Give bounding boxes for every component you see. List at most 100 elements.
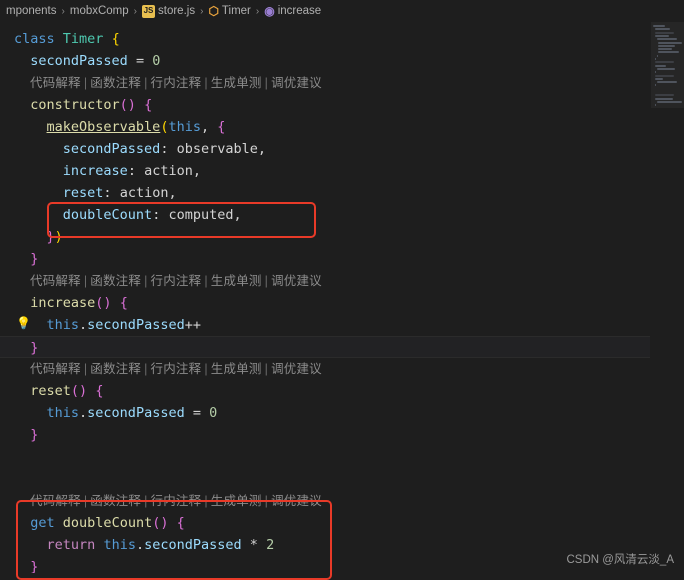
code-line-text: } — [30, 251, 39, 267]
hint-action-4[interactable]: 调优建议 — [271, 494, 322, 508]
hint-action-0[interactable]: 代码解释 — [30, 274, 81, 288]
code-line[interactable]: }) — [0, 226, 651, 248]
code-line-text: }) — [46, 229, 63, 245]
code-line[interactable]: class Timer { — [0, 28, 651, 50]
minimap-line — [656, 81, 677, 84]
minimap-line — [658, 44, 675, 47]
hint-action-0[interactable]: 代码解释 — [30, 76, 81, 90]
code-line-text: } — [30, 427, 39, 443]
hint-separator: | — [83, 76, 88, 90]
code-line[interactable]: this.secondPassed = 0 — [0, 402, 651, 424]
code-line[interactable]: 💡 this.secondPassed++ — [0, 314, 651, 336]
hint-action-3[interactable]: 生成单测 — [211, 76, 262, 90]
minimap-line — [654, 74, 674, 77]
watermark: CSDN @风清云淡_A — [566, 554, 674, 566]
code-line-text: makeObservable(this, { — [46, 119, 226, 135]
code-line[interactable]: reset: action, — [0, 182, 651, 204]
breadcrumb-item-0[interactable]: mponents — [6, 5, 57, 17]
hint-action-2[interactable]: 行内注释 — [151, 274, 202, 288]
hint-action-3[interactable]: 生成单测 — [211, 274, 262, 288]
breadcrumb-item-4[interactable]: ◉ increase — [264, 5, 321, 18]
breadcrumb-separator-2: › — [200, 5, 204, 17]
minimap-line — [656, 67, 675, 70]
hint-action-3[interactable]: 生成单测 — [211, 494, 262, 508]
code-hint-bar[interactable]: 代码解释 | 函数注释 | 行内注释 | 生成单测 | 调优建议 — [0, 490, 651, 512]
code-content[interactable]: class Timer { secondPassed = 0 代码解释 | 函数注释 |… — [0, 22, 651, 573]
hint-action-1[interactable]: 函数注释 — [90, 494, 141, 508]
code-line[interactable]: reset() { — [0, 380, 651, 402]
code-line-text: reset: action, — [62, 185, 177, 201]
breadcrumb-separator-1: › — [133, 5, 138, 17]
code-line[interactable]: } — [0, 336, 651, 358]
code-line[interactable]: return this.secondPassed * 2 — [0, 534, 651, 556]
code-line-text: increase: action, — [62, 163, 202, 179]
minimap-line — [654, 94, 674, 97]
code-line-text: get doubleCount() { — [30, 515, 185, 531]
code-line[interactable] — [0, 446, 651, 468]
minimap-line — [654, 31, 674, 34]
hint-action-4[interactable]: 调优建议 — [271, 362, 322, 376]
hint-separator: | — [83, 274, 88, 288]
code-line[interactable]: increase() { — [0, 292, 651, 314]
lightbulb-icon[interactable]: 💡 — [16, 317, 31, 329]
breadcrumb-separator-3: › — [255, 5, 260, 17]
hint-separator: | — [264, 494, 269, 508]
hint-action-3[interactable]: 生成单测 — [211, 362, 262, 376]
code-line-text: increase() { — [30, 295, 128, 311]
code-line-text: secondPassed = 0 — [30, 53, 161, 69]
minimap[interactable] — [651, 22, 684, 573]
code-line[interactable]: constructor() { — [0, 94, 651, 116]
code-line-text: constructor() { — [30, 97, 153, 113]
code-line[interactable]: secondPassed = 0 — [0, 50, 651, 72]
hint-separator: | — [144, 362, 148, 376]
hint-action-1[interactable]: 函数注释 — [90, 362, 141, 376]
breadcrumb-item-3[interactable]: ⬡ Timer — [208, 5, 250, 18]
breadcrumb-label-3: Timer — [221, 5, 251, 17]
hint-separator: | — [204, 76, 208, 90]
code-line[interactable]: } — [0, 556, 651, 573]
hint-action-0[interactable]: 代码解释 — [30, 362, 81, 376]
code-hint-bar[interactable]: 代码解释 | 函数注释 | 行内注释 | 生成单测 | 调优建议 — [0, 358, 651, 380]
code-line[interactable]: doubleCount: computed, — [0, 204, 651, 226]
code-line[interactable]: makeObservable(this, { — [0, 116, 651, 138]
hint-separator: | — [204, 274, 208, 288]
hint-separator: | — [264, 274, 269, 288]
minimap-line — [653, 25, 666, 27]
code-hint-bar[interactable]: 代码解释 | 函数注释 | 行内注释 | 生成单测 | 调优建议 — [0, 72, 651, 94]
code-line[interactable]: } — [0, 248, 651, 270]
code-hint-bar[interactable]: 代码解释 | 函数注释 | 行内注释 | 生成单测 | 调优建议 — [0, 270, 651, 292]
code-line-text: } — [30, 340, 39, 356]
hint-action-0[interactable]: 代码解释 — [30, 494, 81, 508]
hint-action-2[interactable]: 行内注释 — [151, 362, 202, 376]
code-line[interactable]: } — [0, 424, 651, 446]
editor-area[interactable]: class Timer { secondPassed = 0 代码解释 | 函数注释 |… — [0, 22, 684, 580]
minimap-line — [656, 100, 682, 103]
hint-action-4[interactable]: 调优建议 — [271, 76, 322, 90]
minimap-line — [654, 61, 674, 64]
breadcrumb-separator-0: › — [61, 5, 65, 17]
js-file-icon: JS — [142, 4, 156, 18]
code-line-text: class Timer { — [14, 31, 120, 47]
hint-action-2[interactable]: 行内注释 — [151, 76, 202, 90]
code-line[interactable]: secondPassed: observable, — [0, 138, 651, 160]
code-line-text: this.secondPassed = 0 — [46, 405, 218, 421]
hint-separator: | — [204, 362, 208, 376]
hint-action-2[interactable]: 行内注释 — [151, 494, 202, 508]
minimap-line — [654, 58, 656, 60]
hint-action-1[interactable]: 函数注释 — [90, 76, 141, 90]
breadcrumb-item-2[interactable]: JS store.js — [142, 4, 195, 18]
code-line[interactable]: get doubleCount() { — [0, 512, 651, 534]
hint-separator: | — [144, 76, 148, 90]
hint-separator: | — [144, 274, 148, 288]
hint-action-4[interactable]: 调优建议 — [271, 274, 322, 288]
hint-action-1[interactable]: 函数注释 — [90, 274, 141, 288]
breadcrumb-item-1[interactable]: mobxComp — [70, 5, 129, 17]
minimap-line — [654, 71, 656, 74]
class-icon: ⬡ — [208, 4, 219, 18]
code-line-text: this.secondPassed++ — [46, 317, 201, 333]
code-line[interactable] — [0, 468, 651, 490]
minimap-line — [654, 28, 670, 31]
code-line[interactable]: increase: action, — [0, 160, 651, 182]
breadcrumb: mponents › mobxComp › JS store.js › ⬡ Ti… — [0, 0, 684, 22]
breadcrumb-label-0: mponents — [6, 5, 57, 17]
